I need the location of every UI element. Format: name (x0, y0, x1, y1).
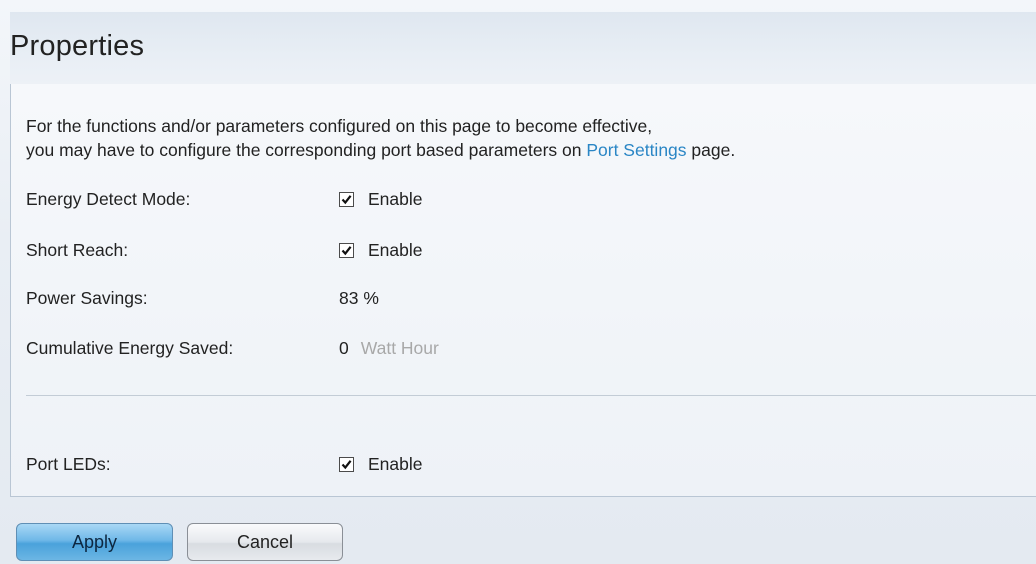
energy-detect-checkbox[interactable] (339, 191, 354, 207)
page-title: Properties (10, 30, 145, 62)
port-settings-link[interactable]: Port Settings (586, 140, 686, 160)
title-bar: Properties (10, 12, 1036, 85)
energy-saved-number: 0 (339, 338, 349, 358)
properties-page: Properties For the functions and/or para… (0, 0, 1036, 564)
cancel-button[interactable]: Cancel (187, 523, 343, 561)
energy-saved-value: 0 Watt Hour (339, 333, 439, 363)
short-reach-enable-text: Enable (368, 240, 423, 260)
short-reach-value: Enable (339, 235, 423, 265)
properties-panel: For the functions and/or parameters conf… (10, 84, 1036, 497)
short-reach-label: Short Reach: (26, 240, 129, 260)
energy-saved-label: Cumulative Energy Saved: (26, 338, 234, 358)
port-leds-checkbox[interactable] (339, 456, 354, 472)
intro-line-1: For the functions and/or parameters conf… (26, 116, 653, 136)
intro-line-2-start: you may have to configure the correspond… (26, 140, 587, 160)
port-leds-label: Port LEDs: (26, 454, 111, 474)
checkmark-icon (341, 245, 352, 255)
port-leds-value: Enable (339, 449, 423, 479)
power-savings-value: 83 % (339, 288, 379, 308)
power-savings-label: Power Savings: (26, 288, 148, 308)
intro-text: For the functions and/or parameters conf… (26, 114, 735, 162)
energy-detect-label: Energy Detect Mode: (26, 189, 191, 209)
checkmark-icon (341, 459, 352, 469)
section-divider (26, 395, 1036, 396)
checkmark-icon (341, 194, 352, 204)
intro-line-2-end: page. (686, 140, 736, 160)
energy-detect-enable-text: Enable (368, 189, 423, 209)
apply-button[interactable]: Apply (16, 523, 173, 561)
energy-saved-unit: Watt Hour (360, 338, 439, 358)
short-reach-checkbox[interactable] (339, 242, 354, 258)
energy-detect-value: Enable (339, 184, 423, 214)
port-leds-enable-text: Enable (368, 454, 423, 474)
